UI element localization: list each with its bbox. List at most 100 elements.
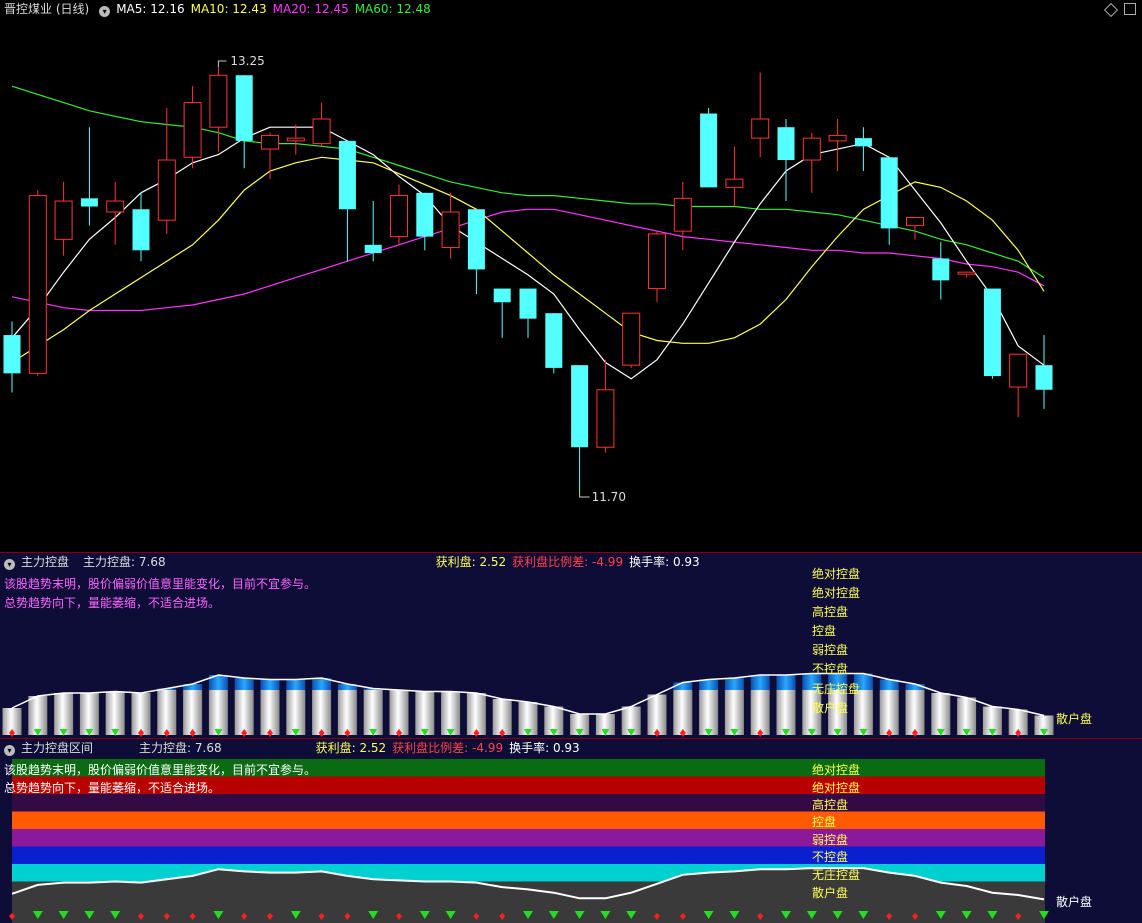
- candle-body: [493, 288, 511, 303]
- candle-body: [338, 140, 356, 210]
- message-line-2: 总势趋势向下，量能萎缩，不适合进场。: [4, 596, 221, 610]
- control-bar: [931, 693, 951, 735]
- control-bar: [234, 690, 254, 735]
- control-bar: [131, 693, 151, 735]
- candle-body: [571, 365, 589, 448]
- ma60-label: MA60: 12.48: [354, 2, 431, 16]
- control-bar-top: [724, 678, 744, 690]
- ma5-label: MA5: 12.16: [116, 2, 185, 16]
- control-bar: [54, 693, 74, 735]
- candle-body: [700, 113, 718, 188]
- control-bar: [337, 690, 357, 735]
- candle-body: [751, 118, 770, 139]
- level-label: 无庄控盘: [812, 868, 861, 882]
- candlestick-chart[interactable]: 13.25 11.70: [0, 0, 1142, 552]
- turnover-label: 换手率: 0.93: [629, 555, 700, 569]
- candle-body: [622, 312, 641, 366]
- control-bar-top: [260, 679, 280, 690]
- control-bar: [879, 690, 899, 735]
- candle-body: [261, 134, 279, 150]
- price-header: 晋控煤业 (日线) ▾ MA5: 12.16 MA10: 12.43 MA20: 12.…: [0, 0, 1142, 18]
- candle-body: [467, 209, 485, 270]
- panel-name[interactable]: 主力控盘: [21, 555, 69, 569]
- candle-body: [906, 216, 924, 227]
- collapse-icon[interactable]: ▾: [4, 745, 15, 756]
- low-price-label: 11.70: [592, 490, 626, 504]
- message-line-1: 该股趋势末明，股价偏弱价值意里能变化，目前不宜参与。: [4, 577, 317, 591]
- control-bar: [389, 690, 409, 735]
- candle-body: [519, 288, 537, 319]
- candle-body: [1009, 353, 1028, 388]
- stock-title[interactable]: 晋控煤业 (日线): [4, 2, 89, 16]
- control-bar: [776, 690, 796, 735]
- level-label: 绝对控盘: [812, 763, 861, 777]
- control-bar: [157, 690, 177, 735]
- level-label: 散户盘: [812, 701, 849, 715]
- candle-body: [802, 137, 821, 161]
- level-label: 高控盘: [812, 798, 849, 812]
- control-bar-top: [699, 679, 719, 690]
- control-value: 主力控盘: 7.68: [83, 555, 166, 569]
- control-bar: [673, 690, 693, 735]
- control-bar: [363, 690, 383, 735]
- maximize-icon[interactable]: [1124, 3, 1136, 15]
- control-panel[interactable]: ▾ 主力控盘 主力控盘: 7.68 获利盘: 2.52 获利盘比例差: -4.99 换手率…: [0, 553, 1142, 739]
- control-bar: [466, 693, 486, 735]
- control-bar: [312, 690, 332, 735]
- candle-body: [183, 102, 202, 158]
- candle-body: [157, 159, 176, 221]
- control-bar: [105, 691, 125, 735]
- candle-body: [28, 195, 47, 374]
- control-bar-top: [750, 675, 770, 690]
- control-bar-top: [286, 679, 306, 690]
- control-bar: [79, 693, 99, 735]
- level-label: 弱控盘: [812, 833, 849, 847]
- end-label: 散户盘: [1056, 712, 1093, 726]
- profit-label: 获利盘: 2.52: [435, 555, 507, 569]
- candle-body: [364, 244, 382, 254]
- low-marker: [579, 490, 590, 498]
- candle-body: [932, 258, 950, 281]
- control-bar-top: [234, 678, 254, 690]
- level-band: [12, 829, 1045, 847]
- control-bar: [208, 690, 228, 735]
- range-header: ▾ 主力控盘区间 主力控盘: 7.68 获利盘: 2.52 获利盘比例差: -4.99 换…: [0, 739, 1142, 757]
- candle-body: [983, 288, 1001, 377]
- level-label: 高控盘: [812, 605, 849, 619]
- collapse-icon[interactable]: ▾: [99, 6, 111, 17]
- candle-body: [957, 271, 976, 275]
- profit-ratio-label: 获利盘比例差: -4.99: [392, 741, 504, 755]
- candle-body: [3, 335, 21, 374]
- message-line-1: 该股趋势末明，股价偏弱价值意里能变化，目前不宜参与。: [4, 763, 317, 777]
- control-bar: [415, 691, 435, 735]
- control-header: ▾ 主力控盘 主力控盘: 7.68 获利盘: 2.52 获利盘比例差: -4.99 换手率…: [0, 553, 1142, 571]
- control-bar: [286, 690, 306, 735]
- candle-body: [441, 211, 460, 249]
- candle-body: [106, 200, 125, 213]
- high-price-label: 13.25: [230, 54, 264, 68]
- level-label: 绝对控盘: [812, 586, 861, 600]
- level-band: [12, 846, 1045, 864]
- level-label: 弱控盘: [812, 643, 849, 657]
- candle-body: [854, 138, 872, 147]
- candle-body: [390, 195, 408, 238]
- panel-name[interactable]: 主力控盘区间: [21, 741, 93, 755]
- profit-label: 获利盘: 2.52: [315, 741, 387, 755]
- control-range-panel[interactable]: ▾ 主力控盘区间 主力控盘: 7.68 获利盘: 2.52 获利盘比例差: -4.99 换…: [0, 739, 1142, 923]
- candle-body: [286, 137, 305, 142]
- candle-body: [312, 118, 331, 145]
- level-label: 绝对控盘: [812, 781, 861, 795]
- level-band: [12, 811, 1045, 829]
- candle-body: [416, 192, 434, 237]
- candle-body: [725, 178, 744, 188]
- ma20-label: MA20: 12.45: [272, 2, 349, 16]
- high-marker: [217, 60, 227, 68]
- control-bar: [750, 690, 770, 735]
- collapse-icon[interactable]: ▾: [4, 559, 15, 570]
- price-panel[interactable]: 13.25 11.70 晋控煤业 (日线) ▾ MA5: 12.16 MA10: 12.…: [0, 0, 1142, 553]
- candle-body: [880, 157, 898, 229]
- control-bar: [724, 690, 744, 735]
- control-bar: [647, 694, 667, 735]
- control-bar: [260, 690, 280, 735]
- candle-body: [235, 75, 253, 141]
